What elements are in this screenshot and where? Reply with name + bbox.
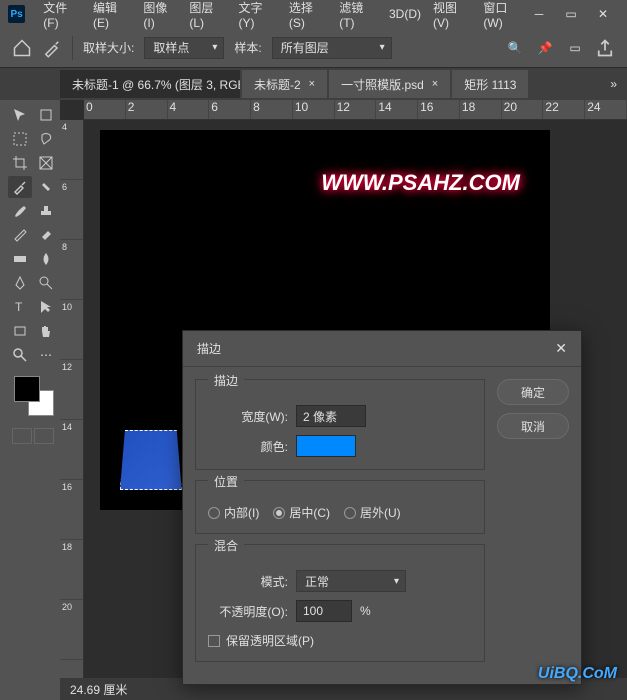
tab-close-icon[interactable]: × bbox=[309, 78, 315, 90]
foreground-color-swatch[interactable] bbox=[14, 376, 40, 402]
hand-tool-icon[interactable] bbox=[34, 320, 58, 342]
color-swatches[interactable] bbox=[14, 376, 54, 416]
stroke-dialog: 描边 ✕ 描边 宽度(W): 颜色: 位置 内部(I) 居中(C) bbox=[182, 330, 582, 685]
crop-tool-icon[interactable] bbox=[8, 152, 32, 174]
menu-file[interactable]: 文件(F) bbox=[37, 0, 87, 30]
section-blend-title: 混合 bbox=[208, 537, 244, 554]
screenmode-icon[interactable] bbox=[34, 428, 54, 444]
dialog-close-icon[interactable]: ✕ bbox=[555, 340, 567, 357]
tab-doc-3[interactable]: 一寸照模版.psd× bbox=[329, 70, 450, 98]
more-tools-icon[interactable]: ⋯ bbox=[34, 344, 58, 366]
sample-label: 样本: bbox=[234, 39, 261, 56]
zoom-tool-icon[interactable] bbox=[8, 344, 32, 366]
artboard-tool-icon[interactable] bbox=[34, 104, 58, 126]
toolbox: T ⋯ bbox=[4, 100, 60, 448]
eyedropper-tool-icon[interactable] bbox=[8, 176, 32, 198]
section-location-title: 位置 bbox=[208, 473, 244, 490]
type-tool-icon[interactable]: T bbox=[8, 296, 32, 318]
menu-3d[interactable]: 3D(D) bbox=[383, 7, 427, 21]
preserve-transparency-checkbox[interactable]: 保留透明区域(P) bbox=[208, 632, 472, 649]
close-icon[interactable]: ✕ bbox=[595, 6, 611, 22]
menu-select[interactable]: 选择(S) bbox=[283, 0, 333, 30]
section-stroke-title: 描边 bbox=[208, 372, 244, 389]
quickmask-icon[interactable] bbox=[12, 428, 32, 444]
app-logo: Ps bbox=[8, 5, 25, 23]
tab-doc-4[interactable]: 矩形 1113 bbox=[452, 70, 528, 98]
tabs-overflow-icon[interactable]: » bbox=[600, 77, 627, 91]
status-zoom: 24.69 厘米 bbox=[70, 681, 127, 698]
svg-text:T: T bbox=[15, 300, 23, 314]
tab-doc-1[interactable]: 未标题-1 @ 66.7% (图层 3, RGB/8#) *× bbox=[60, 70, 240, 98]
workspace-icon[interactable]: ▭ bbox=[565, 38, 585, 58]
history-brush-icon[interactable] bbox=[8, 224, 32, 246]
menu-view[interactable]: 视图(V) bbox=[427, 0, 477, 30]
dialog-titlebar[interactable]: 描边 ✕ bbox=[183, 331, 581, 367]
minimize-icon[interactable]: ─ bbox=[531, 6, 547, 22]
tab-close-icon[interactable]: × bbox=[432, 78, 438, 90]
radio-center[interactable]: 居中(C) bbox=[273, 504, 330, 521]
menu-image[interactable]: 图像(I) bbox=[137, 0, 183, 30]
width-label: 宽度(W): bbox=[208, 408, 288, 425]
menu-filter[interactable]: 滤镜(T) bbox=[333, 0, 383, 30]
stamp-tool-icon[interactable] bbox=[34, 200, 58, 222]
opacity-unit: % bbox=[360, 604, 371, 618]
rectangle-tool-icon[interactable] bbox=[8, 320, 32, 342]
opacity-label: 不透明度(O): bbox=[208, 603, 288, 620]
titlebar: Ps 文件(F) 编辑(E) 图像(I) 图层(L) 文字(Y) 选择(S) 滤… bbox=[0, 0, 627, 28]
marquee-tool-icon[interactable] bbox=[8, 128, 32, 150]
cancel-button[interactable]: 取消 bbox=[497, 413, 569, 439]
tab-doc-2[interactable]: 未标题-2× bbox=[242, 70, 327, 98]
pin-icon[interactable]: 📌 bbox=[535, 38, 555, 58]
radio-outside[interactable]: 居外(U) bbox=[344, 504, 401, 521]
heal-tool-icon[interactable] bbox=[34, 176, 58, 198]
search-icon[interactable]: 🔍 bbox=[505, 38, 525, 58]
dialog-title: 描边 bbox=[197, 340, 221, 357]
eraser-tool-icon[interactable] bbox=[34, 224, 58, 246]
lasso-tool-icon[interactable] bbox=[34, 128, 58, 150]
pen-tool-icon[interactable] bbox=[8, 272, 32, 294]
sample-size-select[interactable]: 取样点 bbox=[144, 37, 224, 59]
brush-tool-icon[interactable] bbox=[8, 200, 32, 222]
menu-layer[interactable]: 图层(L) bbox=[183, 0, 232, 30]
ruler-horizontal[interactable]: 02 46 810 1214 1618 2022 24 bbox=[84, 100, 627, 120]
dodge-tool-icon[interactable] bbox=[34, 272, 58, 294]
color-swatch[interactable] bbox=[296, 435, 356, 457]
mode-select[interactable]: 正常 bbox=[296, 570, 406, 592]
radio-inside[interactable]: 内部(I) bbox=[208, 504, 259, 521]
color-label: 颜色: bbox=[208, 438, 288, 455]
opacity-input[interactable] bbox=[296, 600, 352, 622]
home-icon[interactable] bbox=[12, 38, 32, 58]
sample-select[interactable]: 所有图层 bbox=[272, 37, 392, 59]
ok-button[interactable]: 确定 bbox=[497, 379, 569, 405]
restore-icon[interactable]: ▭ bbox=[563, 6, 579, 22]
menu-type[interactable]: 文字(Y) bbox=[232, 0, 282, 30]
blur-tool-icon[interactable] bbox=[34, 248, 58, 270]
footer-watermark: UiBQ.CoM bbox=[538, 665, 617, 683]
frame-tool-icon[interactable] bbox=[34, 152, 58, 174]
share-icon[interactable] bbox=[595, 38, 615, 58]
menu-window[interactable]: 窗口(W) bbox=[477, 0, 531, 30]
sample-size-label: 取样大小: bbox=[83, 39, 134, 56]
path-select-icon[interactable] bbox=[34, 296, 58, 318]
ruler-vertical[interactable]: 46 810 1214 1618 20 bbox=[60, 120, 84, 700]
gradient-tool-icon[interactable] bbox=[8, 248, 32, 270]
move-tool-icon[interactable] bbox=[8, 104, 32, 126]
document-tabs: 未标题-1 @ 66.7% (图层 3, RGB/8#) *× 未标题-2× 一… bbox=[0, 68, 627, 100]
mode-label: 模式: bbox=[208, 573, 288, 590]
menu-edit[interactable]: 编辑(E) bbox=[87, 0, 137, 30]
canvas-watermark-text: WWW.PSAHZ.COM bbox=[321, 170, 520, 196]
eyedropper-icon[interactable] bbox=[42, 38, 62, 58]
width-input[interactable] bbox=[296, 405, 366, 427]
options-bar: 取样大小: 取样点 样本: 所有图层 🔍 📌 ▭ bbox=[0, 28, 627, 68]
